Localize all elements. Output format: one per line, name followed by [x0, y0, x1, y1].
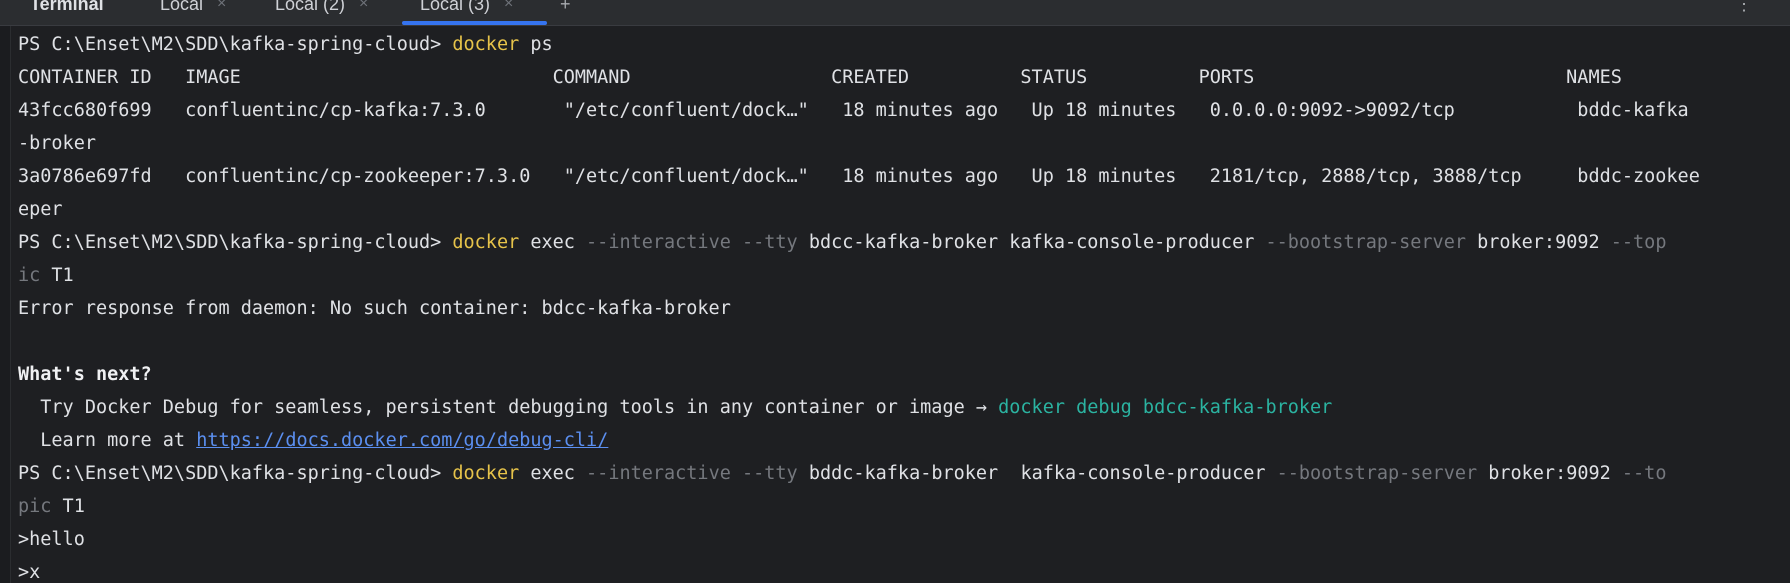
tab-label: Local — [160, 0, 204, 14]
terminal-line: 43fcc680f699 confluentinc/cp-kafka:7.3.0… — [18, 100, 1689, 121]
docs-link[interactable]: https://docs.docker.com/go/debug-cli/ — [196, 430, 608, 451]
tab-local-2[interactable]: Local (2) × — [275, 0, 368, 22]
more-options-icon[interactable]: ⋮ — [1735, 0, 1753, 22]
command-name: docker — [452, 463, 520, 484]
command-option: --tty — [741, 463, 798, 484]
terminal-line: 3a0786e697fd confluentinc/cp-zookeeper:7… — [18, 166, 1700, 187]
terminal-panel-title: Terminal — [30, 0, 104, 14]
terminal-line: Learn more at https://docs.docker.com/go… — [18, 424, 1790, 457]
terminal-line: PS C:\Enset\M2\SDD\kafka-spring-cloud> d… — [18, 226, 1790, 259]
command-option: --to — [1621, 463, 1667, 484]
command-args: exec — [519, 232, 587, 253]
tab-label: Local (2) — [275, 0, 346, 14]
command-name: docker — [452, 232, 520, 253]
hint-text: Try Docker Debug for seamless, persisten… — [18, 397, 999, 418]
tab-local-3[interactable]: Local (3) × — [420, 0, 513, 22]
command-option: --bootstrap-server — [1265, 232, 1466, 253]
command-args: broker:9092 — [1477, 463, 1622, 484]
terminal-line: -broker — [18, 133, 96, 154]
close-icon[interactable]: × — [217, 0, 226, 13]
command-option: --top — [1610, 232, 1667, 253]
command-option: ic — [18, 265, 41, 286]
command-args: broker:9092 — [1465, 232, 1611, 253]
terminal-line: eper — [18, 199, 63, 220]
prompt: PS C:\Enset\M2\SDD\kafka-spring-cloud> — [18, 232, 453, 253]
command-args: bddc-kafka-broker kafka-console-producer — [797, 463, 1277, 484]
terminal-output[interactable]: PS C:\Enset\M2\SDD\kafka-spring-cloud> d… — [18, 28, 1790, 583]
terminal-line: CONTAINER ID IMAGE COMMAND CREATED STATU… — [18, 67, 1622, 88]
command-name: docker — [452, 34, 520, 55]
left-tool-strip — [0, 0, 11, 583]
command-option: --bootstrap-server — [1276, 463, 1478, 484]
terminal-line: PS C:\Enset\M2\SDD\kafka-spring-cloud> d… — [18, 457, 1790, 490]
new-tab-plus-icon[interactable]: + — [560, 0, 571, 22]
prompt: PS C:\Enset\M2\SDD\kafka-spring-cloud> — [18, 463, 453, 484]
terminal-line: pic T1 — [18, 490, 1790, 523]
producer-input-line: >x — [18, 562, 41, 583]
active-tab-indicator — [402, 21, 547, 25]
error-line: Error response from daemon: No such cont… — [18, 298, 731, 319]
command-option: --interactive — [586, 463, 731, 484]
hint-text: Learn more at — [18, 430, 197, 451]
tab-label: Local (3) — [420, 0, 491, 14]
terminal-line: PS C:\Enset\M2\SDD\kafka-spring-cloud> d… — [18, 28, 1790, 61]
prompt: PS C:\Enset\M2\SDD\kafka-spring-cloud> — [18, 34, 453, 55]
command-args: bdcc-kafka-broker kafka-console-producer — [797, 232, 1266, 253]
close-icon[interactable]: × — [504, 0, 513, 13]
close-icon[interactable]: × — [359, 0, 368, 13]
command-args: exec — [519, 463, 587, 484]
whats-next-heading: What's next? — [18, 364, 152, 385]
command-option: --interactive — [586, 232, 731, 253]
producer-input-line: >hello — [18, 529, 85, 550]
terminal-line: ic T1 — [18, 259, 1790, 292]
terminal-tab-bar: Terminal Local × Local (2) × Local (3) ×… — [0, 0, 1790, 26]
terminal-line: Try Docker Debug for seamless, persisten… — [18, 391, 1790, 424]
command-args: T1 — [51, 496, 85, 517]
command-args: T1 — [40, 265, 74, 286]
command-option: pic — [18, 496, 52, 517]
tab-local[interactable]: Local × — [160, 0, 226, 22]
command-args: ps — [519, 34, 553, 55]
hint-command: docker debug bdcc-kafka-broker — [998, 397, 1333, 418]
command-option: --tty — [741, 232, 798, 253]
